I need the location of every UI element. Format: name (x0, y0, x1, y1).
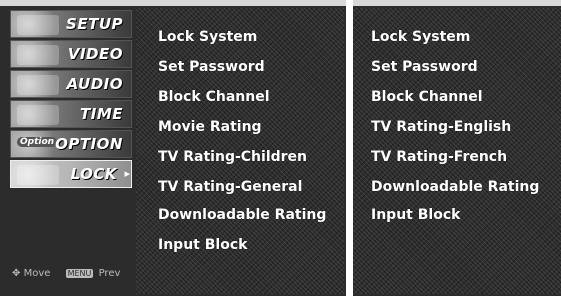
sidebar-item-setup[interactable]: SETUP (10, 10, 132, 38)
sidebar-item-label: SETUP (66, 15, 123, 33)
category-sidebar: SETUP VIDEO AUDIO TIME Option OPTION LOC… (10, 10, 132, 294)
navigation-hint: ✥ Move MENU Prev (12, 268, 120, 279)
sidebar-item-label: TIME (80, 105, 123, 123)
sidebar-item-time[interactable]: TIME (10, 100, 132, 128)
menu-item-movie-rating[interactable]: Movie Rating (158, 119, 262, 135)
tv-menu-screen-right: Lock System Set Password Block Channel T… (353, 0, 561, 296)
menu-key-icon: MENU (65, 269, 94, 278)
menu-item-tv-rating-french[interactable]: TV Rating-French (371, 149, 507, 165)
time-thumbnail-icon (17, 105, 59, 125)
menu-item-tv-rating-children[interactable]: TV Rating-Children (158, 149, 307, 165)
lock-thumbnail-icon (17, 165, 59, 185)
lock-submenu-canada: Lock System Set Password Block Channel T… (353, 8, 561, 294)
menu-item-set-password[interactable]: Set Password (158, 59, 265, 75)
menu-item-input-block[interactable]: Input Block (158, 237, 247, 253)
menu-item-tv-rating-general[interactable]: TV Rating-General (158, 179, 302, 195)
lock-submenu: Lock System Set Password Block Channel M… (136, 8, 344, 294)
audio-thumbnail-icon (17, 75, 59, 95)
video-thumbnail-icon (17, 45, 59, 65)
sidebar-item-lock[interactable]: LOCK ▸ (10, 160, 132, 188)
menu-item-downloadable-rating[interactable]: Downloadable Rating (371, 179, 539, 195)
menu-item-lock-system[interactable]: Lock System (158, 29, 257, 45)
sidebar-item-label: OPTION (55, 135, 123, 153)
chevron-right-icon: ▸ (124, 167, 130, 180)
sidebar-item-label: LOCK (70, 165, 117, 183)
move-hint-label: Move (23, 268, 51, 279)
setup-thumbnail-icon (17, 15, 59, 35)
top-border (353, 0, 561, 6)
sidebar-item-label: AUDIO (66, 75, 123, 93)
menu-item-block-channel[interactable]: Block Channel (371, 89, 483, 105)
sidebar-item-video[interactable]: VIDEO (10, 40, 132, 68)
menu-item-input-block[interactable]: Input Block (371, 207, 460, 223)
sidebar-item-label: VIDEO (67, 45, 123, 63)
prev-hint-label: Prev (98, 268, 121, 279)
top-border (0, 0, 346, 6)
menu-item-set-password[interactable]: Set Password (371, 59, 478, 75)
sidebar-item-option[interactable]: Option OPTION (10, 130, 132, 158)
menu-item-tv-rating-english[interactable]: TV Rating-English (371, 119, 511, 135)
menu-item-downloadable-rating[interactable]: Downloadable Rating (158, 207, 326, 223)
menu-item-lock-system[interactable]: Lock System (371, 29, 470, 45)
option-badge-icon: Option (17, 137, 58, 147)
sidebar-item-audio[interactable]: AUDIO (10, 70, 132, 98)
menu-item-block-channel[interactable]: Block Channel (158, 89, 270, 105)
move-arrows-icon: ✥ (12, 268, 21, 279)
tv-menu-screen-left: SETUP VIDEO AUDIO TIME Option OPTION LOC… (0, 0, 346, 296)
